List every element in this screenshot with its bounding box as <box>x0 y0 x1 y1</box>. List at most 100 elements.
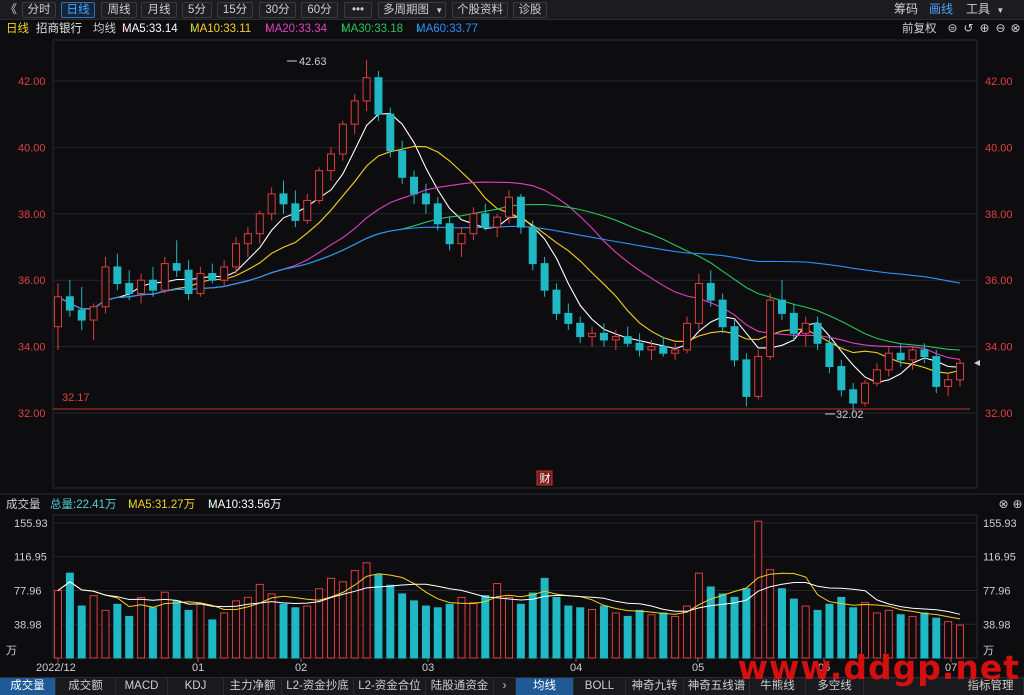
volume-bar <box>410 600 419 659</box>
candle-body <box>837 366 846 391</box>
volume-bar <box>718 593 727 659</box>
candle-body <box>243 233 252 245</box>
tab-l2-bottom[interactable]: L2-资金抄底 <box>282 678 354 695</box>
candle-body <box>552 289 561 314</box>
volume-bar <box>623 615 632 659</box>
candle-body <box>350 100 359 125</box>
tab-boll[interactable]: BOLL <box>574 678 626 695</box>
volume-bar <box>137 596 146 659</box>
candle-body <box>861 382 870 404</box>
close-icon[interactable]: ⊗ <box>997 498 1010 511</box>
candle-body <box>611 336 620 341</box>
candle-body <box>338 123 347 155</box>
finance-badge[interactable]: 财 <box>540 471 551 485</box>
volume-bar <box>362 562 371 659</box>
volume-bar <box>386 584 395 659</box>
candle-body <box>279 193 288 205</box>
tab-l2-position[interactable]: L2-资金合位 <box>354 678 426 695</box>
candle-body <box>671 349 680 354</box>
tab-turnover[interactable]: 成交额 <box>56 678 116 695</box>
tab-magic-nine[interactable]: 神奇九转 <box>626 678 684 695</box>
volume-bar <box>172 600 181 659</box>
volume-bar <box>469 602 478 659</box>
volume-bar <box>65 572 74 659</box>
volume-label: 成交量 <box>6 499 41 511</box>
candle-body <box>220 266 229 281</box>
volume-bar <box>160 591 169 659</box>
volume-bar <box>255 583 264 659</box>
x-axis-label: 03 <box>422 662 434 674</box>
candle-body <box>742 359 751 397</box>
volume-bar <box>457 596 466 659</box>
volume-bar <box>599 605 608 659</box>
volume-bar <box>528 592 537 659</box>
candle-body <box>89 306 98 321</box>
candle-body <box>944 379 953 387</box>
volume-bar <box>516 603 525 659</box>
tab-volume[interactable]: 成交量 <box>0 678 56 695</box>
candle-body <box>789 312 798 334</box>
candle-body <box>884 352 893 371</box>
volume-bar <box>184 609 193 659</box>
candle-body <box>576 322 585 338</box>
volume-tick-right: 155.93 <box>983 518 1017 530</box>
candle-body <box>635 342 644 351</box>
tab-northbound[interactable]: 陆股通资金 <box>426 678 494 695</box>
volume-bar <box>77 605 86 659</box>
x-axis-label: 02 <box>295 662 307 674</box>
candle-body <box>813 322 822 344</box>
candle-body <box>469 213 478 235</box>
volume-bar <box>89 595 98 659</box>
candle-body <box>647 346 656 351</box>
tab-macd[interactable]: MACD <box>116 678 168 695</box>
candle-body <box>920 349 929 358</box>
price-tick-left: 38.00 <box>18 209 46 221</box>
volume-bar <box>588 609 597 659</box>
candle-body <box>801 322 810 334</box>
price-tick-right: 38.00 <box>985 209 1013 221</box>
kline-chart[interactable]: 42.00 40.00 38.00 36.00 34.00 32.00 42.00 40.0… <box>0 0 1024 695</box>
candle-body <box>196 273 205 294</box>
candle-body <box>421 193 430 205</box>
volume-bar <box>291 607 300 659</box>
volume-bar <box>647 614 656 659</box>
volume-bar <box>125 615 134 659</box>
price-tick-right: 40.00 <box>985 142 1013 154</box>
candle-body <box>303 200 312 221</box>
volume-bar <box>481 595 490 659</box>
volume-bar <box>445 603 454 659</box>
candle-body <box>896 352 905 361</box>
volume-tick-left: 116.95 <box>14 552 47 564</box>
tab-kdj[interactable]: KDJ <box>168 678 224 695</box>
volume-bar <box>493 583 502 659</box>
price-tick-left: 34.00 <box>18 342 46 354</box>
ma60-line <box>57 225 961 310</box>
candle-body <box>730 326 739 361</box>
candle-body <box>410 176 419 195</box>
candle-body <box>956 362 964 381</box>
volume-bar <box>754 520 763 659</box>
volume-bar <box>505 596 513 659</box>
tab-ma[interactable]: 均线 <box>516 678 574 695</box>
candle-body <box>54 296 62 328</box>
tab-scroll-next[interactable]: › <box>494 678 516 695</box>
volume-bar <box>694 572 703 659</box>
candle-body <box>315 170 324 202</box>
candle-body <box>137 279 146 294</box>
candle-body <box>374 77 383 115</box>
tab-main-net[interactable]: 主力净额 <box>224 678 282 695</box>
candle-body <box>528 226 537 265</box>
x-axis-label: 04 <box>570 662 582 674</box>
candle-body <box>398 150 407 178</box>
volume-bar <box>101 609 110 659</box>
candle-body <box>516 196 525 228</box>
price-grid <box>53 80 977 414</box>
candle-body <box>160 263 169 291</box>
volume-bar <box>267 593 276 659</box>
ma10-line <box>57 145 961 374</box>
add-icon[interactable]: ⊕ <box>1011 498 1024 511</box>
candle-body <box>481 213 490 228</box>
candle-body <box>493 216 502 228</box>
price-tick-left: 42.00 <box>18 76 46 88</box>
candle-body <box>825 342 834 368</box>
